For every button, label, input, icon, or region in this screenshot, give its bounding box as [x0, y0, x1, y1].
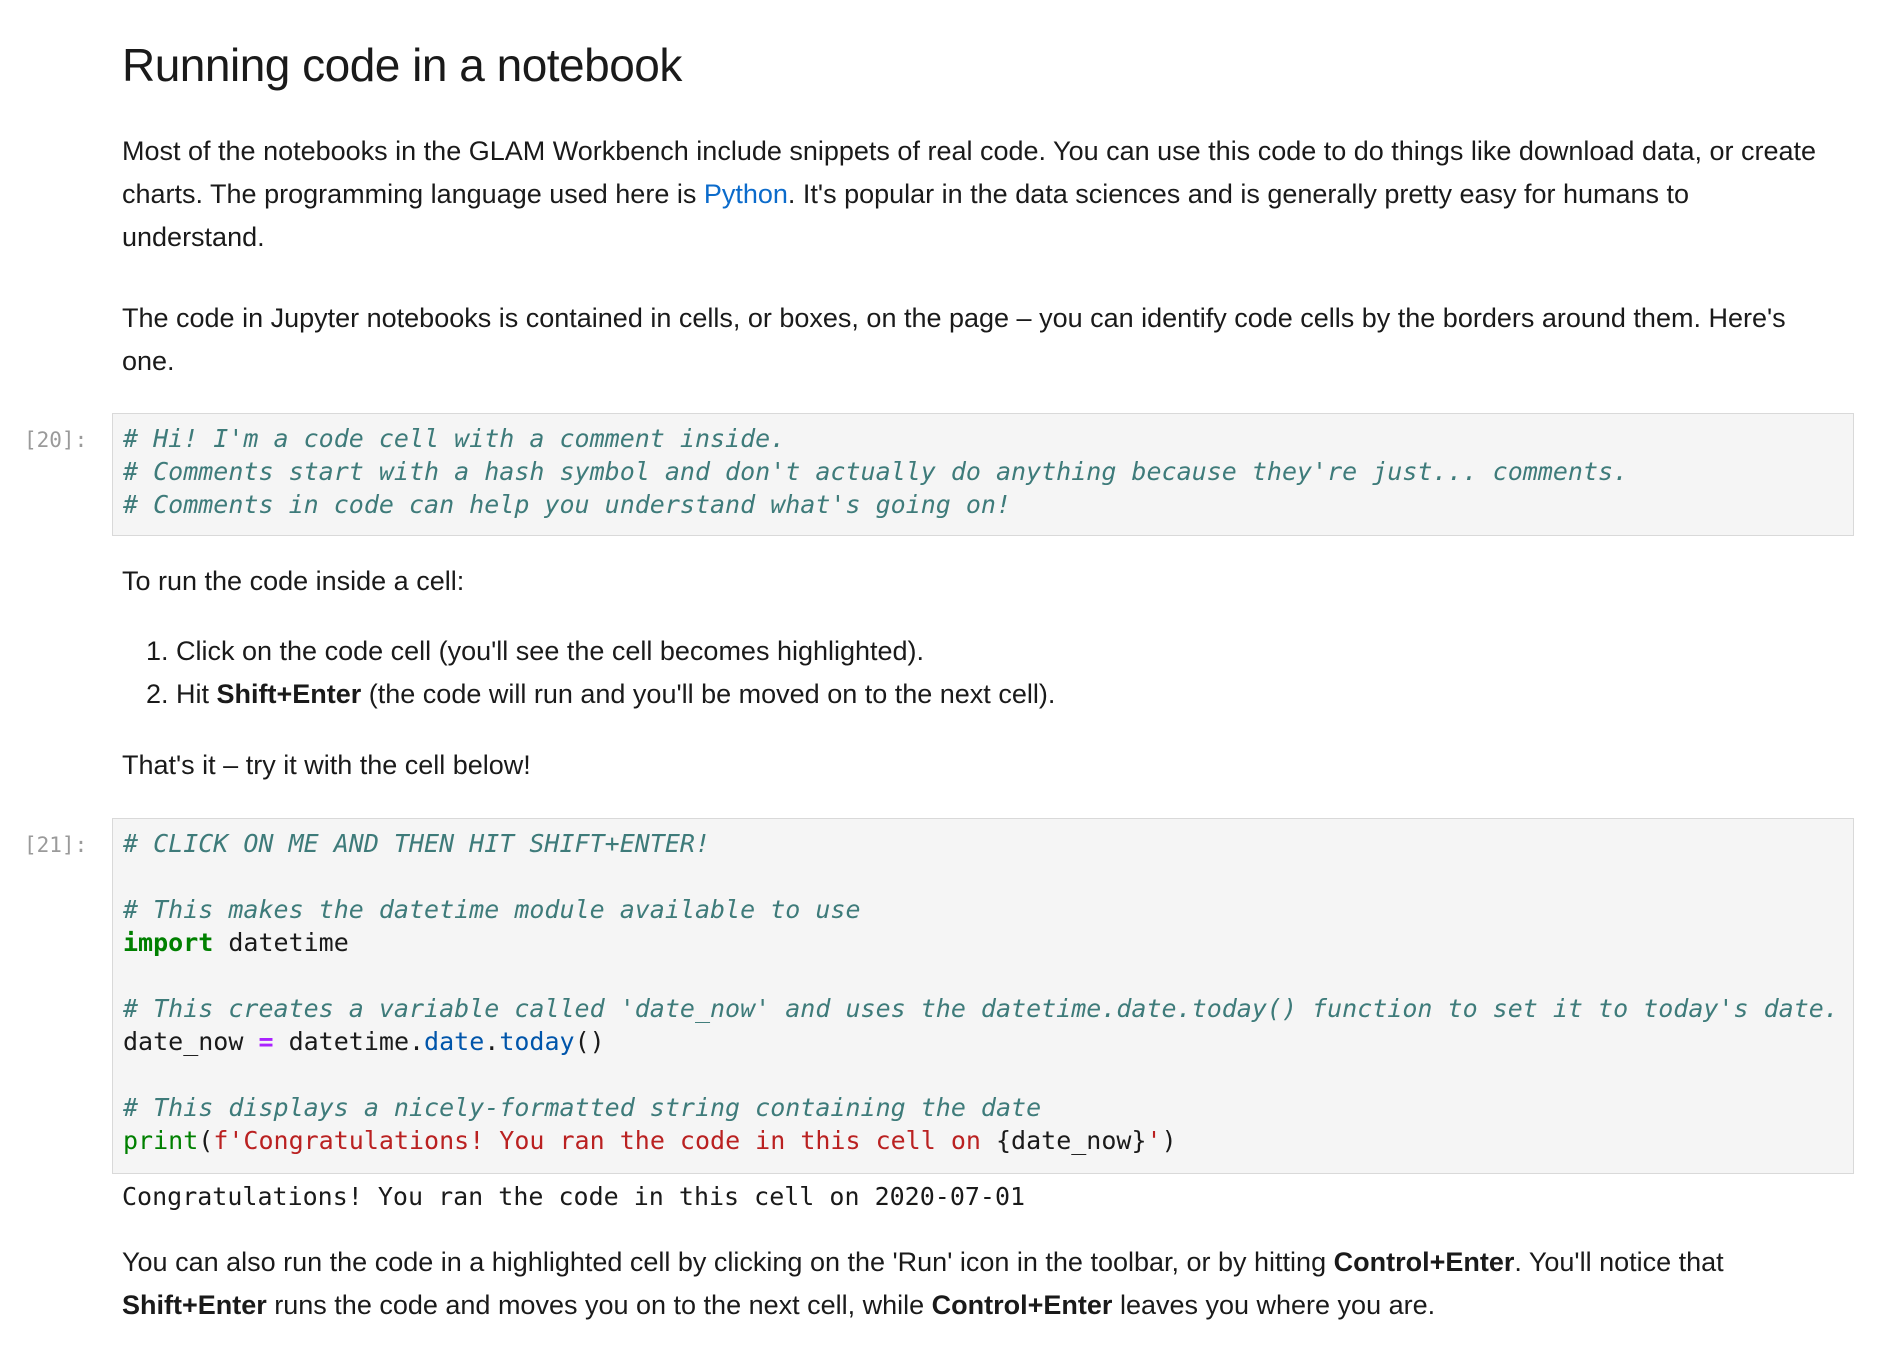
- code-comment: # Hi! I'm a code cell with a comment ins…: [123, 424, 786, 453]
- code-interpolation: {date_now}: [996, 1126, 1147, 1155]
- cells-paragraph: The code in Jupyter notebooks is contain…: [122, 303, 1786, 376]
- outro-text: leaves you where you are.: [1112, 1290, 1436, 1320]
- code-attribute: date: [424, 1027, 485, 1056]
- code-comment: # This makes the datetime module availab…: [123, 895, 861, 924]
- code-object: datetime.: [273, 1027, 425, 1056]
- python-link[interactable]: Python: [704, 179, 788, 209]
- run-intro: To run the code inside a cell:: [122, 566, 465, 596]
- outro-text: runs the code and moves you on to the ne…: [266, 1290, 932, 1320]
- code-string: f'Congratulations! You ran the code in t…: [213, 1126, 996, 1155]
- markdown-cell-intro[interactable]: Most of the notebooks in the GLAM Workbe…: [122, 130, 1822, 259]
- cell-output: Congratulations! You ran the code in thi…: [122, 1182, 1026, 1211]
- code-operator: =: [258, 1027, 274, 1056]
- code-comment: # Comments in code can help you understa…: [123, 490, 1012, 519]
- code-comment: # Comments start with a hash symbol and …: [123, 457, 1629, 486]
- intro-paragraph: Most of the notebooks in the GLAM Workbe…: [122, 130, 1822, 259]
- code-attribute: today: [499, 1027, 575, 1056]
- code-comment: # This creates a variable called 'date_n…: [123, 994, 1839, 1023]
- outro-text: You can also run the code in a highlight…: [122, 1247, 1334, 1277]
- code-comment: # CLICK ON ME AND THEN HIT SHIFT+ENTER!: [123, 829, 710, 858]
- markdown-cell-outro[interactable]: You can also run the code in a highlight…: [122, 1241, 1822, 1327]
- shortcut-text: Shift+Enter: [122, 1290, 267, 1320]
- markdown-cell-cells[interactable]: The code in Jupyter notebooks is contain…: [122, 297, 1822, 383]
- try-it-text: That's it – try it with the cell below!: [122, 750, 531, 780]
- code-paren: (: [198, 1126, 214, 1155]
- code-editor[interactable]: # CLICK ON ME AND THEN HIT SHIFT+ENTER! …: [123, 827, 1843, 1157]
- code-builtin: print: [123, 1126, 199, 1155]
- list-item: Hit Shift+Enter (the code will run and y…: [176, 673, 1055, 716]
- code-cell-datetime[interactable]: # CLICK ON ME AND THEN HIT SHIFT+ENTER! …: [112, 818, 1854, 1174]
- code-dot: .: [484, 1027, 500, 1056]
- shortcut-text: Control+Enter: [931, 1290, 1113, 1320]
- outro-paragraph: You can also run the code in a highlight…: [122, 1241, 1822, 1327]
- cell-prompt: [20]:: [24, 428, 88, 452]
- markdown-cell-run[interactable]: To run the code inside a cell:: [122, 560, 1822, 603]
- code-module: datetime: [213, 928, 349, 957]
- code-keyword: import: [123, 928, 214, 957]
- code-paren: ): [1161, 1126, 1177, 1155]
- step-text-end: (the code will run and you'll be moved o…: [361, 679, 1056, 709]
- step-text: Hit: [176, 679, 217, 709]
- code-variable: date_now: [123, 1027, 259, 1056]
- outro-text: . You'll notice that: [1514, 1247, 1724, 1277]
- page-title: Running code in a notebook: [122, 39, 682, 91]
- code-paren: (): [574, 1027, 605, 1056]
- code-cell-comments[interactable]: # Hi! I'm a code cell with a comment ins…: [112, 413, 1854, 536]
- shortcut-text: Shift+Enter: [216, 679, 362, 709]
- code-editor[interactable]: # Hi! I'm a code cell with a comment ins…: [123, 422, 1843, 521]
- markdown-cell-try[interactable]: That's it – try it with the cell below!: [122, 744, 1822, 787]
- code-string: ': [1146, 1126, 1162, 1155]
- cell-prompt: [21]:: [24, 833, 88, 857]
- list-item: Click on the code cell (you'll see the c…: [176, 630, 1055, 673]
- steps-list: Click on the code cell (you'll see the c…: [122, 630, 1055, 716]
- code-comment: # This displays a nicely-formatted strin…: [123, 1093, 1042, 1122]
- shortcut-text: Control+Enter: [1333, 1247, 1515, 1277]
